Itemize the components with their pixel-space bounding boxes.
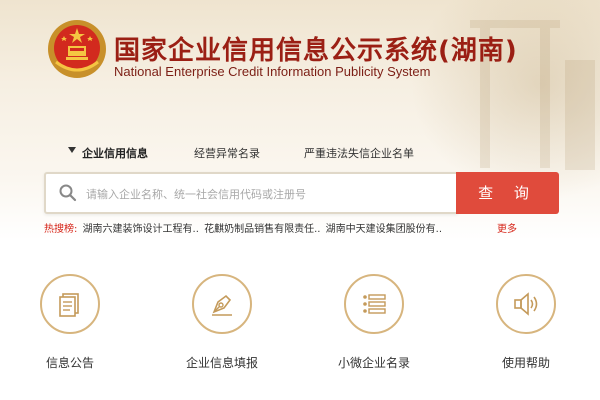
search-icon bbox=[59, 184, 77, 202]
search-box bbox=[44, 172, 458, 214]
hot-search-label: 热搜榜: bbox=[44, 224, 78, 235]
national-emblem-icon bbox=[48, 20, 106, 78]
page-title: 国家企业信用信息公示系统(湖南) bbox=[114, 36, 518, 66]
feature-label: 信息公告 bbox=[45, 356, 94, 370]
banner-decoration-pillar bbox=[540, 28, 550, 168]
feature-label: 小微企业名录 bbox=[337, 356, 410, 370]
feature-circle[interactable] bbox=[192, 274, 252, 334]
hot-search-item[interactable]: 湖南六建装饰设计工程有.. bbox=[83, 224, 199, 235]
feature-label: 使用帮助 bbox=[501, 356, 550, 370]
list-icon bbox=[363, 294, 386, 314]
pen-icon bbox=[212, 294, 232, 316]
document-icon bbox=[59, 293, 79, 317]
tab-dishonest-list[interactable]: 严重违法失信企业名单 bbox=[304, 145, 414, 161]
search-button[interactable]: 查 询 bbox=[456, 172, 559, 214]
hot-search-item[interactable]: 湖南中天建设集团股份有.. bbox=[326, 224, 442, 235]
banner-decoration-pillar bbox=[565, 60, 595, 170]
banner-decoration-bar bbox=[470, 20, 560, 28]
feature-label: 企业信息填报 bbox=[185, 356, 258, 370]
hot-search-more-link[interactable]: 更多 bbox=[497, 220, 517, 235]
hot-search-bar: 热搜榜: 湖南六建装饰设计工程有.. 花麒奶制品销售有限责任.. 湖南中天建设集… bbox=[44, 220, 442, 235]
feature-circle[interactable] bbox=[344, 274, 404, 334]
search-input[interactable] bbox=[84, 182, 448, 206]
page-subtitle: National Enterprise Credit Information P… bbox=[114, 64, 431, 79]
speaker-icon bbox=[514, 292, 538, 316]
feature-small-enterprise-list[interactable]: 小微企业名录 bbox=[334, 274, 414, 371]
caret-down-icon bbox=[68, 147, 76, 153]
feature-circle[interactable] bbox=[40, 274, 100, 334]
feature-enterprise-report[interactable]: 企业信息填报 bbox=[182, 274, 262, 371]
hot-search-item[interactable]: 花麒奶制品销售有限责任.. bbox=[204, 224, 320, 235]
feature-info-announcement[interactable]: 信息公告 bbox=[30, 274, 110, 371]
feature-circle[interactable] bbox=[496, 274, 556, 334]
tab-abnormal-list[interactable]: 经营异常名录 bbox=[194, 145, 260, 161]
feature-help[interactable]: 使用帮助 bbox=[486, 274, 566, 371]
tab-enterprise-credit[interactable]: 企业信用信息 bbox=[82, 145, 148, 161]
